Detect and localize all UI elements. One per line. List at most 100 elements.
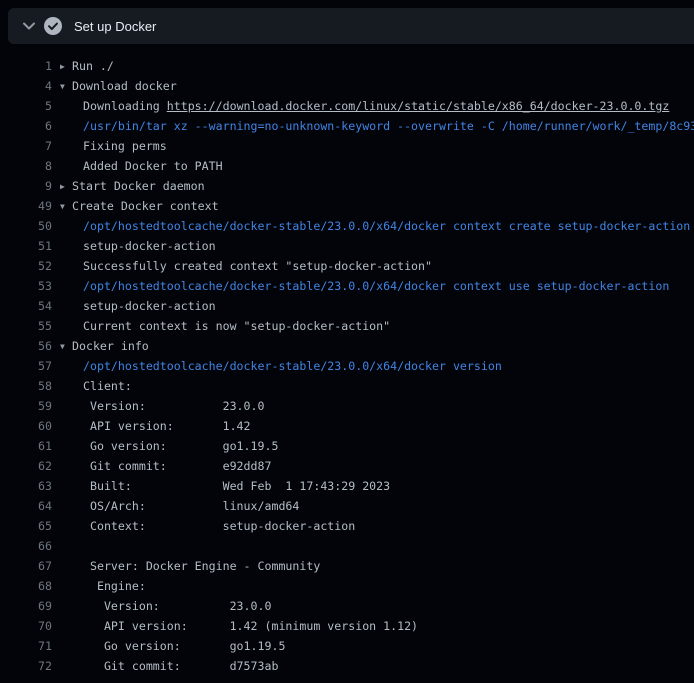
log-row[interactable]: 62 Git commit: e92dd87 — [0, 456, 694, 476]
log-text: Engine: — [83, 579, 146, 593]
log-row-content: Engine: — [60, 576, 146, 596]
log-row[interactable]: 58Client: — [0, 376, 694, 396]
log-row[interactable]: 4 ▼Download docker — [0, 76, 694, 96]
group-expanded-icon[interactable]: ▼ — [60, 337, 72, 356]
log-row-content: setup-docker-action — [60, 296, 216, 316]
log-text: Successfully created context "setup-dock… — [83, 259, 432, 273]
line-number[interactable]: 5 — [0, 96, 52, 116]
log-row-content: Current context is now "setup-docker-act… — [60, 316, 390, 336]
group-collapsed-icon[interactable]: ▶ — [60, 57, 72, 76]
log-row-content: Server: Docker Engine - Community — [60, 556, 320, 576]
group-title[interactable]: Docker info — [72, 339, 149, 353]
log-row-content: /usr/bin/tar xz --warning=no-unknown-key… — [60, 116, 694, 136]
line-number[interactable]: 71 — [0, 636, 52, 656]
log-row[interactable]: 57/opt/hostedtoolcache/docker-stable/23.… — [0, 356, 694, 376]
log-text: Downloading — [83, 99, 167, 113]
log-text: Fixing perms — [83, 139, 167, 153]
actions-log-viewer: Set up Docker 1▶Run ./4▼Download docker5… — [0, 8, 694, 676]
line-number[interactable]: 53 — [0, 276, 52, 296]
line-number[interactable]: 51 — [0, 236, 52, 256]
log-row[interactable]: 68 Engine: — [0, 576, 694, 596]
line-number[interactable]: 9 — [0, 176, 52, 196]
line-number[interactable]: 67 — [0, 556, 52, 576]
log-row-content: API version: 1.42 — [60, 416, 251, 436]
log-row[interactable]: 61 Go version: go1.19.5 — [0, 436, 694, 456]
group-expanded-icon[interactable]: ▼ — [60, 77, 72, 96]
line-number[interactable]: 4 — [0, 76, 52, 96]
log-row-content: OS/Arch: linux/amd64 — [60, 496, 299, 516]
line-number[interactable]: 1 — [0, 56, 52, 76]
log-row-content: Context: setup-docker-action — [60, 516, 355, 536]
group-expanded-icon[interactable]: ▼ — [60, 197, 72, 216]
line-number[interactable]: 60 — [0, 416, 52, 436]
log-row[interactable]: 7 Fixing perms — [0, 136, 694, 156]
line-number[interactable]: 63 — [0, 476, 52, 496]
log-row[interactable]: 51 setup-docker-action — [0, 236, 694, 256]
log-row-content: Go version: go1.19.5 — [60, 636, 285, 656]
line-number[interactable]: 69 — [0, 596, 52, 616]
line-number[interactable]: 52 — [0, 256, 52, 276]
line-number[interactable]: 62 — [0, 456, 52, 476]
line-number[interactable]: 68 — [0, 576, 52, 596]
line-number[interactable]: 54 — [0, 296, 52, 316]
log-row-content: setup-docker-action — [60, 236, 216, 256]
line-number[interactable]: 8 — [0, 156, 52, 176]
step-header[interactable]: Set up Docker — [8, 8, 694, 44]
log-row[interactable]: 71 Go version: go1.19.5 — [0, 636, 694, 656]
log-row-content: Git commit: e92dd87 — [60, 456, 271, 476]
log-row[interactable]: 53/opt/hostedtoolcache/docker-stable/23.… — [0, 276, 694, 296]
log-row[interactable]: 55 Current context is now "setup-docker-a… — [0, 316, 694, 336]
line-number[interactable]: 61 — [0, 436, 52, 456]
command-text: /usr/bin/tar xz --warning=no-unknown-key… — [83, 119, 694, 133]
log-row[interactable]: 70 API version: 1.42 (minimum version 1.… — [0, 616, 694, 636]
log-text: setup-docker-action — [83, 239, 216, 253]
log-row[interactable]: 72 Git commit: d7573ab — [0, 656, 694, 676]
log-row[interactable]: 9 ▶Start Docker daemon — [0, 176, 694, 196]
group-collapsed-icon[interactable]: ▶ — [60, 177, 72, 196]
line-number[interactable]: 6 — [0, 116, 52, 136]
line-number[interactable]: 70 — [0, 616, 52, 636]
log-link[interactable]: https://download.docker.com/linux/static… — [167, 99, 670, 113]
log-row[interactable]: 8Added Docker to PATH — [0, 156, 694, 176]
log-row[interactable]: 67 Server: Docker Engine - Community — [0, 556, 694, 576]
log-row[interactable]: 5 Downloading https://download.docker.com… — [0, 96, 694, 116]
log-row-content: ▶Run ./ — [60, 56, 114, 76]
log-text: API version: 1.42 — [83, 419, 251, 433]
line-number[interactable]: 56 — [0, 336, 52, 356]
log-row[interactable]: 6/usr/bin/tar xz --warning=no-unknown-ke… — [0, 116, 694, 136]
line-number[interactable]: 7 — [0, 136, 52, 156]
command-text: /opt/hostedtoolcache/docker-stable/23.0.… — [83, 279, 669, 293]
group-title[interactable]: Start Docker daemon — [72, 179, 205, 193]
log-row[interactable]: 63 Built: Wed Feb 1 17:43:29 2023 — [0, 476, 694, 496]
log-row[interactable]: 66 — [0, 536, 694, 556]
log-row[interactable]: 56 ▼Docker info — [0, 336, 694, 356]
line-number[interactable]: 65 — [0, 516, 52, 536]
log-row[interactable]: 54 setup-docker-action — [0, 296, 694, 316]
log-row[interactable]: 49 ▼Create Docker context — [0, 196, 694, 216]
log-row[interactable]: 64 OS/Arch: linux/amd64 — [0, 496, 694, 516]
line-number[interactable]: 50 — [0, 216, 52, 236]
chevron-down-icon[interactable] — [14, 22, 44, 30]
log-row[interactable]: 60 API version: 1.42 — [0, 416, 694, 436]
group-title[interactable]: Run ./ — [72, 59, 114, 73]
line-number[interactable]: 64 — [0, 496, 52, 516]
log-row-content: Downloading https://download.docker.com/… — [60, 96, 669, 116]
group-title[interactable]: Create Docker context — [72, 199, 219, 213]
line-number[interactable]: 58 — [0, 376, 52, 396]
log-row-content: Fixing perms — [60, 136, 167, 156]
log-row[interactable]: 52 Successfully created context "setup-do… — [0, 256, 694, 276]
line-number[interactable]: 55 — [0, 316, 52, 336]
line-number[interactable]: 72 — [0, 656, 52, 676]
log-row[interactable]: 59 Version: 23.0.0 — [0, 396, 694, 416]
line-number[interactable]: 57 — [0, 356, 52, 376]
group-title[interactable]: Download docker — [72, 79, 177, 93]
log-row[interactable]: 50/opt/hostedtoolcache/docker-stable/23.… — [0, 216, 694, 236]
log-text: setup-docker-action — [83, 299, 216, 313]
line-number[interactable]: 66 — [0, 536, 52, 556]
line-number[interactable]: 59 — [0, 396, 52, 416]
log-row[interactable]: 69 Version: 23.0.0 — [0, 596, 694, 616]
line-number[interactable]: 49 — [0, 196, 52, 216]
log-row[interactable]: 1 ▶Run ./ — [0, 56, 694, 76]
log-row[interactable]: 65 Context: setup-docker-action — [0, 516, 694, 536]
log-row-content: /opt/hostedtoolcache/docker-stable/23.0.… — [60, 216, 690, 236]
